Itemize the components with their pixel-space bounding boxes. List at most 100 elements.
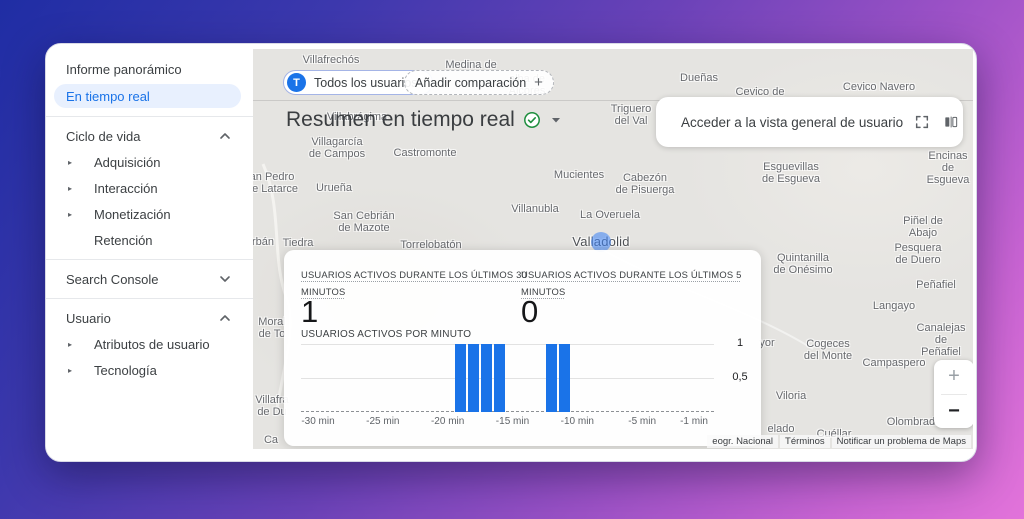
sidebar-item-label: Usuario: [66, 311, 111, 326]
chart-plot: [301, 344, 714, 412]
share-icon[interactable]: [972, 114, 973, 131]
chart-bar: [559, 344, 570, 412]
map-label: Moral de To: [258, 316, 286, 340]
map-label: Mucientes: [554, 169, 604, 181]
map-attribution-text: eogr. Nacional: [707, 435, 778, 448]
expand-arrow-icon: ▸: [64, 210, 76, 219]
map-label: La Overuela: [580, 209, 640, 221]
active-users-5min-label: USUARIOS ACTIVOS DURANTE LOS ÚLTIMOS 5 M…: [521, 266, 753, 300]
page-title: Resumen en tiempo real: [286, 108, 515, 132]
map-report-problem-link[interactable]: Notificar un problema de Maps: [832, 435, 971, 448]
sidebar-item-en-tiempo-real[interactable]: En tiempo real: [46, 82, 253, 110]
map-attribution-bar: eogr. NacionalTérminosNotificar un probl…: [707, 435, 971, 448]
active-users-30min-value: 1: [301, 294, 318, 330]
sidebar-item-label: Ciclo de vida: [66, 129, 140, 144]
sidebar-item-ciclo-de-vida[interactable]: Ciclo de vida: [46, 123, 253, 149]
sidebar-item-label: Tecnología: [94, 363, 157, 378]
plus-icon: +: [534, 74, 543, 91]
map-label: elado: [768, 423, 795, 435]
map-label: Quintanilla de Onésimo: [773, 252, 832, 276]
sidebar-item-label: Retención: [94, 233, 153, 248]
sidebar-item-interaccion[interactable]: ▸Interacción: [46, 175, 253, 201]
report-title-row: Resumen en tiempo real: [286, 108, 561, 132]
map-label: Canalejas de Peñafiel: [917, 322, 966, 358]
active-user-marker: [591, 232, 611, 252]
user-snapshot-bar[interactable]: Acceder a la vista general de usuario: [656, 97, 963, 147]
y-axis-label-0-5: 0,5: [723, 371, 757, 383]
chart-x-ticks: -30 min -25 min -20 min -15 min -10 min -5 mi…: [301, 416, 714, 430]
chart-x-tick: -25 min: [366, 416, 399, 427]
sidebar-item-usuario[interactable]: Usuario: [46, 305, 253, 331]
map-label: Peñafiel: [916, 279, 956, 291]
chart-baseline: [301, 411, 714, 412]
map-label: rbán: [253, 236, 274, 248]
title-dropdown-caret-icon[interactable]: [551, 117, 561, 123]
map-label: yor: [759, 337, 774, 349]
expand-arrow-icon: ▸: [64, 366, 76, 375]
add-comparison-label: Añadir comparación: [415, 76, 526, 90]
chart-x-tick: -1 min: [680, 416, 708, 427]
sidebar-item-atributos-de-usuario[interactable]: ▸Atributos de usuario: [46, 331, 253, 357]
map-label: Cogeces del Monte: [804, 338, 852, 362]
map-label: Viloria: [776, 390, 806, 402]
map-label: Campaspero: [863, 357, 926, 369]
zoom-in-button[interactable]: +: [934, 360, 973, 394]
chevron-up-icon: [219, 132, 231, 140]
map-label: an Pedro de Latarce: [253, 171, 298, 195]
chart-x-tick: -20 min: [431, 416, 464, 427]
map-label: Encinas de Esgueva: [927, 150, 970, 186]
active-users-30min-label: USUARIOS ACTIVOS DURANTE LOS ÚLTIMOS 30 …: [301, 266, 533, 300]
zoom-out-button[interactable]: −: [934, 395, 973, 429]
sidebar-item-label: Informe panorámico: [66, 62, 182, 77]
chart-x-tick: -5 min: [628, 416, 656, 427]
map-label: Langayo: [873, 300, 915, 312]
sidebar-item-search-console[interactable]: Search Console: [46, 266, 253, 292]
realtime-metrics-card: USUARIOS ACTIVOS DURANTE LOS ÚLTIMOS 30 …: [284, 250, 761, 446]
chart-bar: [455, 344, 466, 412]
chart-bar: [481, 344, 492, 412]
map-canvas[interactable]: VillafrechósMedina dealba de AlcoresDueñ…: [253, 49, 973, 449]
sidebar-item-label: Search Console: [66, 272, 159, 287]
chart-bar: [468, 344, 479, 412]
add-comparison-chip[interactable]: Añadir comparación +: [404, 70, 554, 95]
map-zoom-control: + −: [934, 360, 973, 428]
all-users-chip-label: Todos los usuarios: [314, 76, 418, 90]
expand-arrow-icon: ▸: [64, 184, 76, 193]
analytics-window: VillafrechósMedina dealba de AlcoresDueñ…: [45, 43, 977, 462]
map-label: Villagarcía de Campos: [309, 136, 365, 160]
sidebar-item-retencion[interactable]: Retención: [46, 227, 253, 253]
segment-avatar: T: [287, 73, 306, 92]
map-label: Villafrechós: [303, 54, 360, 66]
sidebar-divider: [46, 259, 253, 260]
sidebar-nav: Informe panorámico En tiempo real Ciclo de…: [46, 44, 253, 461]
chart-bar: [494, 344, 505, 412]
expand-arrow-icon: ▸: [64, 158, 76, 167]
map-label: Castromonte: [394, 147, 457, 159]
chevron-down-icon: [219, 275, 231, 283]
map-label: Tiedra: [283, 237, 314, 249]
gridline-0-5: [301, 378, 714, 379]
check-circle-icon: [523, 111, 541, 129]
chart-x-tick: -15 min: [496, 416, 529, 427]
sidebar-item-label: En tiempo real: [66, 89, 150, 104]
sidebar-item-tecnologia[interactable]: ▸ Tecnología: [46, 357, 253, 383]
sidebar-divider: [46, 116, 253, 117]
map-label: Cevico Navero: [843, 81, 915, 93]
chart-bar: [546, 344, 557, 412]
map-label: Villanubla: [511, 203, 559, 215]
map-label: Cabezón de Pisuerga: [616, 172, 675, 196]
chart-x-tick: -10 min: [561, 416, 594, 427]
compare-columns-icon[interactable]: [943, 114, 959, 130]
map-label: Piñel de Abajo: [898, 215, 948, 239]
sidebar-item-monetizacion[interactable]: ▸ Monetización: [46, 201, 253, 227]
sidebar-item-adquisicion[interactable]: ▸Adquisición: [46, 149, 253, 175]
map-terms-link[interactable]: Términos: [780, 435, 830, 448]
chart-x-tick: -30 min: [301, 416, 334, 427]
per-minute-chart-title: USUARIOS ACTIVOS POR MINUTO: [301, 329, 471, 340]
fullscreen-icon[interactable]: [914, 114, 930, 130]
y-axis-label-1: 1: [723, 337, 757, 349]
sidebar-item-label: Monetización: [94, 207, 171, 222]
sidebar-item-informe-panoramico[interactable]: Informe panorámico: [46, 56, 253, 82]
active-users-5min-value: 0: [521, 294, 538, 330]
gridline-1: [301, 344, 714, 345]
